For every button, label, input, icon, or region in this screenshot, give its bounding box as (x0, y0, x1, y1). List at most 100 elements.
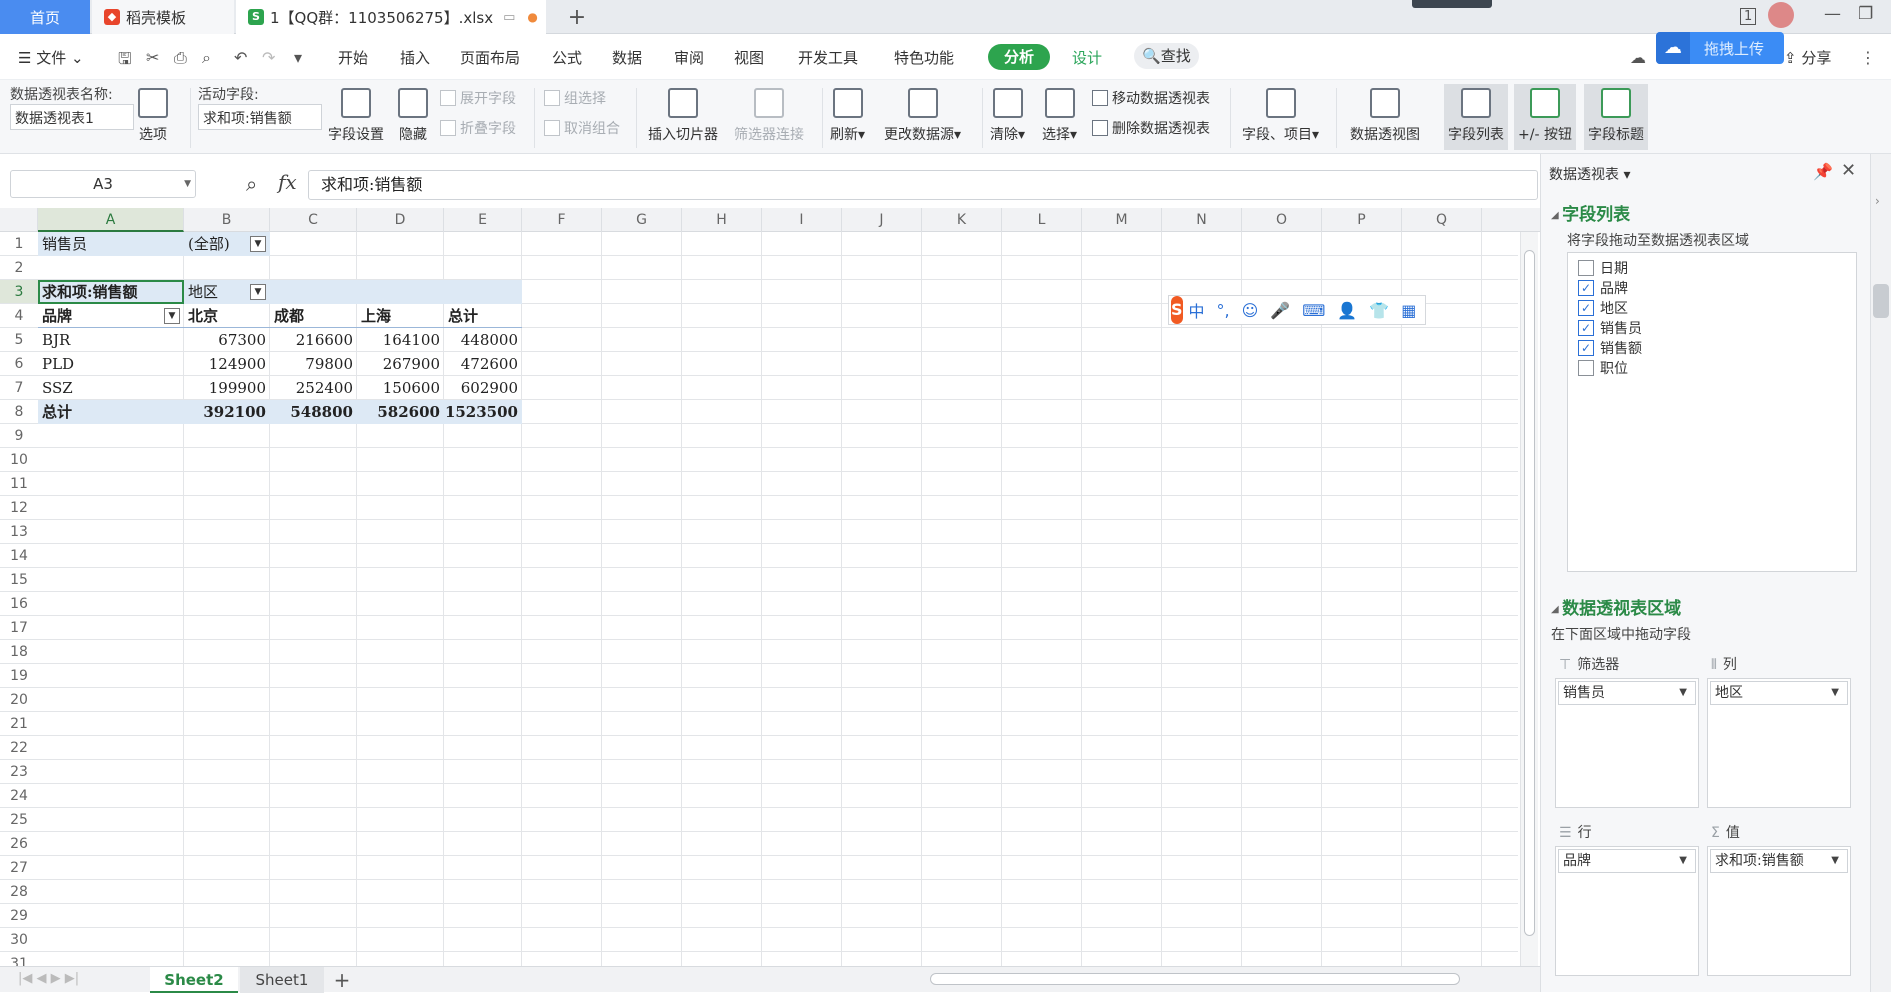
sheet-tab-sheet1[interactable]: Sheet1 (240, 967, 324, 993)
menu-view[interactable]: 视图 (734, 47, 764, 68)
col-header-I[interactable]: I (762, 208, 842, 232)
field-checkbox[interactable]: ✓ (1578, 300, 1594, 316)
col-header-Q[interactable]: Q (1402, 208, 1482, 232)
row-header-17[interactable]: 17 (0, 616, 38, 640)
cell-A4[interactable]: 品牌 (42, 304, 162, 328)
row-header-24[interactable]: 24 (0, 784, 38, 808)
cell-B8[interactable]: 392100 (184, 400, 270, 424)
cell-B7[interactable]: 199900 (184, 376, 270, 400)
col-header-M[interactable]: M (1082, 208, 1162, 232)
cell-D6[interactable]: 267900 (357, 352, 444, 376)
cell-C4[interactable]: 成都 (274, 304, 354, 328)
tab-home[interactable]: 首页 (0, 0, 90, 34)
filter-field-pill[interactable]: 销售员 (1558, 681, 1696, 705)
restore-icon[interactable]: ❐ (1858, 4, 1873, 24)
col-header-F[interactable]: F (522, 208, 602, 232)
ime-chinese-mode[interactable]: 中 (1189, 298, 1205, 322)
side-arrow-icon[interactable]: › (1875, 194, 1880, 208)
row-area[interactable]: 品牌 (1555, 846, 1699, 976)
cell-C7[interactable]: 252400 (270, 376, 357, 400)
move-pivot-button[interactable]: 移动数据透视表 (1092, 88, 1210, 108)
cell-A1[interactable]: 销售员 (42, 232, 182, 256)
more-options-icon[interactable]: ⋮ (1860, 48, 1876, 67)
save-icon[interactable]: 🖫 (118, 48, 132, 75)
col-header-D[interactable]: D (357, 208, 444, 232)
row-header-9[interactable]: 9 (0, 424, 38, 448)
options-button[interactable]: 选项 (138, 84, 168, 150)
row-header-23[interactable]: 23 (0, 760, 38, 784)
field-item[interactable]: 日期 (1578, 257, 1628, 279)
tab-workbook[interactable]: S 1【QQ群：1103506275】.xlsx ▭ ● (236, 0, 546, 34)
name-box[interactable]: A3 ▼ (10, 170, 196, 198)
cell-A5[interactable]: BJR (42, 328, 182, 352)
cell-B5[interactable]: 67300 (184, 328, 270, 352)
field-item[interactable]: ✓ 销售额 (1578, 337, 1642, 359)
row-header-13[interactable]: 13 (0, 520, 38, 544)
change-source-button[interactable]: 更改数据源▾ (884, 84, 961, 150)
filter-area[interactable]: 销售员 (1555, 678, 1699, 808)
ime-punctuation[interactable]: °, (1217, 301, 1230, 320)
row-field-dropdown-icon[interactable]: ▼ (164, 308, 180, 324)
add-sheet-button[interactable]: + (330, 967, 354, 993)
row-header-14[interactable]: 14 (0, 544, 38, 568)
row-field-pill[interactable]: 品牌 (1558, 849, 1696, 873)
ungroup-button[interactable]: 取消组合 (544, 118, 620, 138)
window-count-icon[interactable]: 1 (1740, 8, 1757, 25)
keyboard-icon[interactable]: ⌨ (1302, 301, 1325, 320)
fields-items-button[interactable]: 字段、项目▾ (1242, 84, 1319, 150)
row-header-29[interactable]: 29 (0, 904, 38, 928)
insert-slicer-button[interactable]: 插入切片器 (648, 84, 718, 150)
field-checkbox[interactable] (1578, 260, 1594, 276)
field-item[interactable]: ✓ 品牌 (1578, 277, 1628, 299)
cell-C6[interactable]: 79800 (270, 352, 357, 376)
field-item[interactable]: ✓ 地区 (1578, 297, 1628, 319)
skin-icon[interactable]: 👕 (1369, 301, 1389, 320)
pin-icon[interactable]: 📌 (1813, 162, 1833, 181)
search-box[interactable]: 🔍查找 (1134, 43, 1199, 69)
value-field-pill[interactable]: 求和项:销售额 (1710, 849, 1848, 873)
cell-B6[interactable]: 124900 (184, 352, 270, 376)
sheet-nav-icons[interactable]: |◀ ◀ ▶ ▶| (18, 971, 79, 986)
menu-start[interactable]: 开始 (338, 47, 368, 68)
field-checkbox[interactable]: ✓ (1578, 340, 1594, 356)
menu-special-features[interactable]: 特色功能 (894, 47, 954, 68)
row-header-3[interactable]: 3 (0, 280, 38, 304)
field-headers-toggle[interactable]: 字段标题 (1584, 84, 1648, 150)
col-header-E[interactable]: E (444, 208, 522, 232)
pivot-chart-button[interactable]: 数据透视图 (1350, 84, 1420, 150)
pivot-name-input[interactable]: 数据透视表1 (10, 104, 134, 130)
menu-data[interactable]: 数据 (612, 47, 642, 68)
menu-developer[interactable]: 开发工具 (798, 47, 858, 68)
cell-C5[interactable]: 216600 (270, 328, 357, 352)
row-header-2[interactable]: 2 (0, 256, 38, 280)
hide-button[interactable]: 隐藏 (398, 84, 428, 150)
cell-E8[interactable]: 1523500 (444, 400, 522, 424)
row-header-15[interactable]: 15 (0, 568, 38, 592)
row-header-11[interactable]: 11 (0, 472, 38, 496)
cell-E6[interactable]: 472600 (444, 352, 522, 376)
user-icon[interactable]: 👤 (1337, 301, 1357, 320)
refresh-button[interactable]: 刷新▾ (830, 84, 865, 150)
col-header-A[interactable]: A (38, 208, 184, 232)
drag-upload-button[interactable]: ☁ 拖拽上传 (1656, 32, 1784, 64)
vertical-scroll-thumb[interactable] (1524, 250, 1535, 936)
cell-A8[interactable]: 总计 (42, 400, 182, 424)
row-header-28[interactable]: 28 (0, 880, 38, 904)
field-list-toggle[interactable]: 字段列表 (1444, 84, 1508, 150)
vertical-scrollbar[interactable] (1520, 232, 1538, 966)
col-header-K[interactable]: K (922, 208, 1002, 232)
col-header-H[interactable]: H (682, 208, 762, 232)
collapse-field-button[interactable]: 折叠字段 (440, 118, 516, 138)
quick-access-more-icon[interactable]: ▾ (294, 48, 302, 67)
tab-design[interactable]: 设计 (1072, 47, 1102, 68)
close-icon[interactable]: ✕ (1841, 160, 1856, 181)
row-header-4[interactable]: 4 (0, 304, 38, 328)
expand-field-button[interactable]: 展开字段 (440, 88, 516, 108)
horizontal-scroll-thumb[interactable] (930, 973, 1460, 985)
row-header-1[interactable]: 1 (0, 232, 38, 256)
column-field-pill[interactable]: 地区 (1710, 681, 1848, 705)
tab-analyze[interactable]: 分析 (988, 44, 1050, 70)
select-button[interactable]: 选择▾ (1042, 84, 1077, 150)
row-header-8[interactable]: 8 (0, 400, 38, 424)
sheet-tab-sheet2[interactable]: Sheet2 (150, 967, 238, 993)
